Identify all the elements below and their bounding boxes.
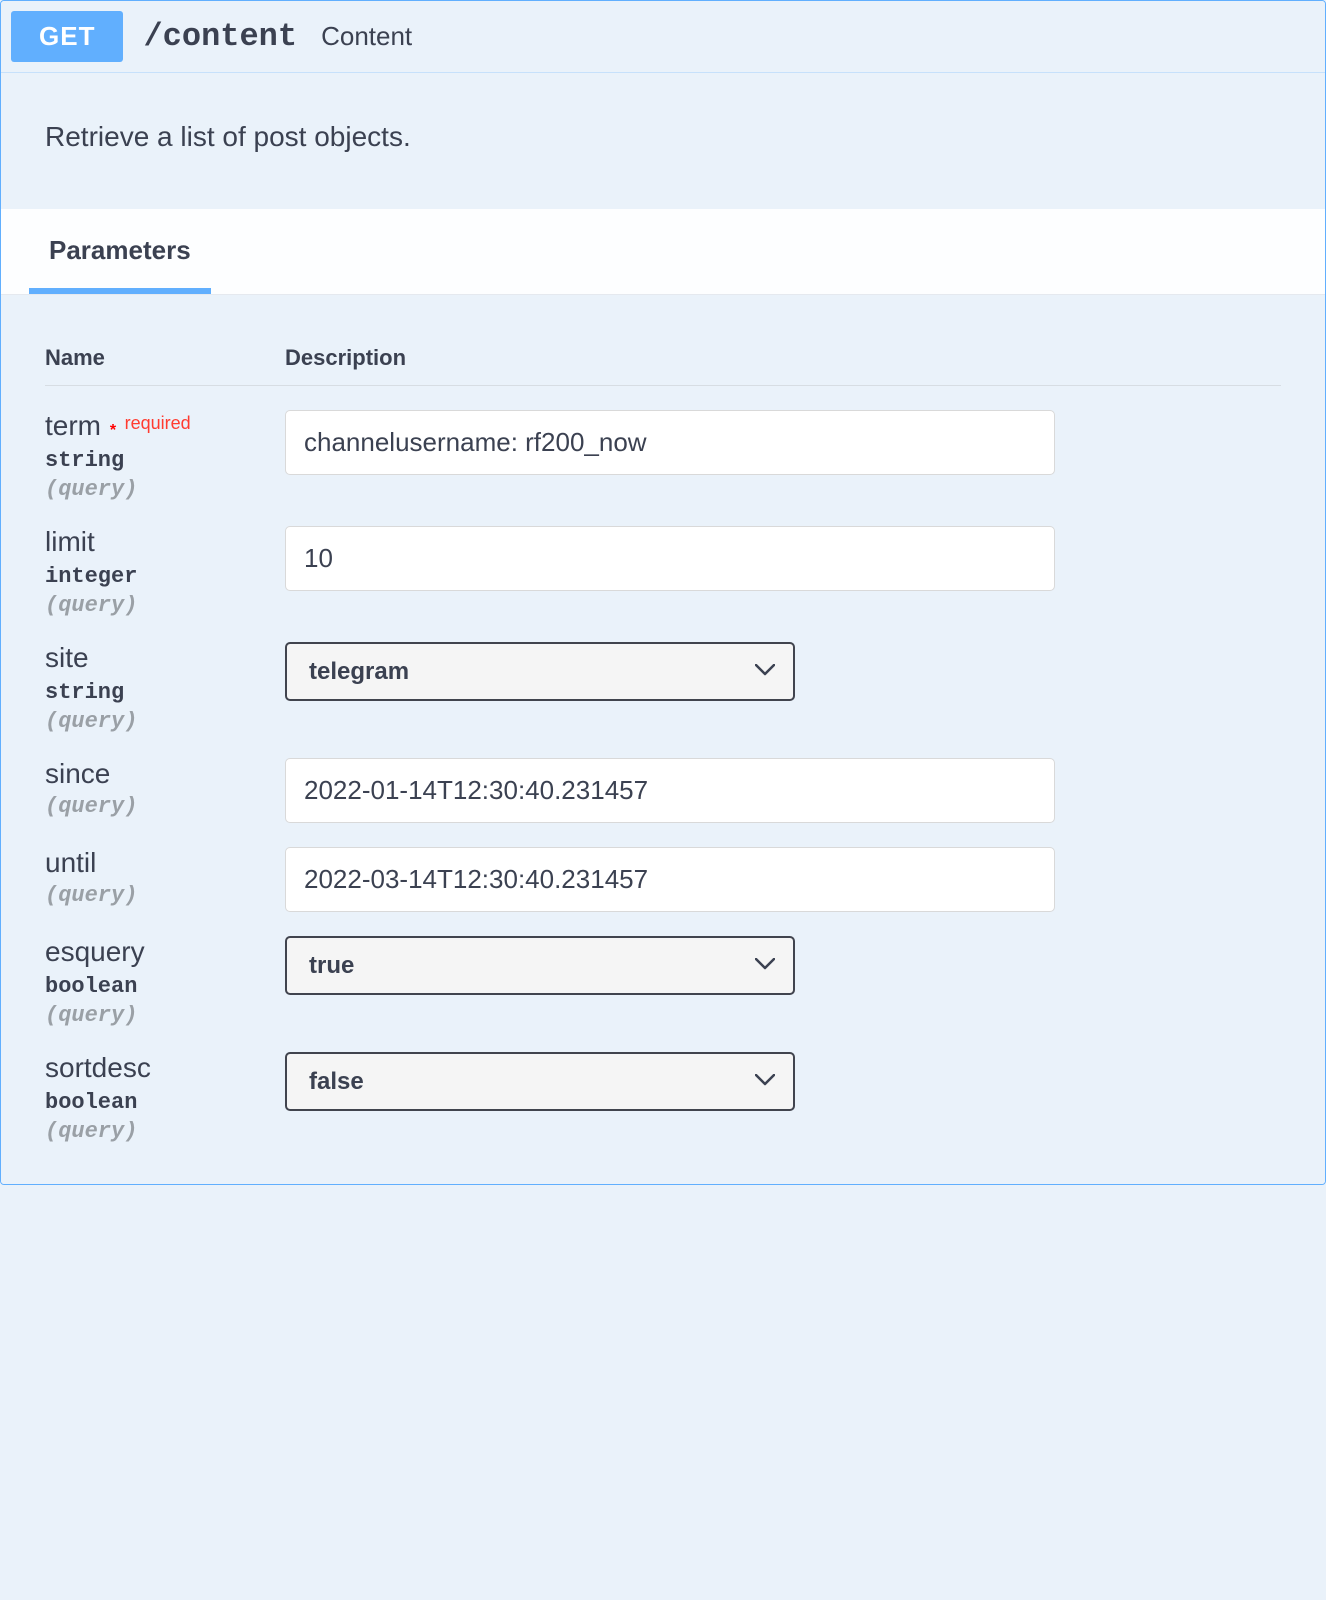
param-type: integer xyxy=(45,564,285,589)
param-desc-col: telegram xyxy=(285,642,1055,701)
operation-description: Retrieve a list of post objects. xyxy=(1,72,1325,209)
required-star: * xyxy=(105,422,116,439)
param-desc-col xyxy=(285,758,1055,823)
param-in: (query) xyxy=(45,593,285,618)
param-name: limit xyxy=(45,526,285,558)
param-type: boolean xyxy=(45,1090,285,1115)
param-type: boolean xyxy=(45,974,285,999)
param-desc-col xyxy=(285,526,1055,591)
operation-path: /content xyxy=(143,18,297,55)
param-row-term: term * required string (query) xyxy=(45,386,1281,502)
param-in: (query) xyxy=(45,1119,285,1144)
param-desc-col: false xyxy=(285,1052,1055,1111)
param-row-site: site string (query) telegram xyxy=(45,618,1281,734)
sortdesc-select[interactable]: false xyxy=(285,1052,795,1111)
param-row-esquery: esquery boolean (query) true xyxy=(45,912,1281,1028)
col-header-name: Name xyxy=(45,345,285,371)
param-name-col: term * required string (query) xyxy=(45,410,285,502)
since-input[interactable] xyxy=(285,758,1055,823)
param-name: term xyxy=(45,410,101,441)
param-row-sortdesc: sortdesc boolean (query) false xyxy=(45,1028,1281,1144)
esquery-select-wrap: true xyxy=(285,936,795,995)
param-name: esquery xyxy=(45,936,285,968)
col-header-description: Description xyxy=(285,345,406,371)
param-in: (query) xyxy=(45,883,285,908)
method-badge: GET xyxy=(11,11,123,62)
operation-summary: Content xyxy=(321,21,412,52)
param-row-limit: limit integer (query) xyxy=(45,502,1281,618)
param-desc-col xyxy=(285,410,1055,475)
param-name-col: limit integer (query) xyxy=(45,526,285,618)
param-in: (query) xyxy=(45,709,285,734)
until-input[interactable] xyxy=(285,847,1055,912)
param-name: sortdesc xyxy=(45,1052,285,1084)
param-name-col: until (query) xyxy=(45,847,285,908)
tab-parameters[interactable]: Parameters xyxy=(29,209,211,294)
param-desc-col xyxy=(285,847,1055,912)
operation-block: GET /content Content Retrieve a list of … xyxy=(0,0,1326,1185)
param-in: (query) xyxy=(45,1003,285,1028)
parameters-section: Name Description term * required string … xyxy=(1,295,1325,1184)
param-row-until: until (query) xyxy=(45,823,1281,912)
param-type: string xyxy=(45,680,285,705)
param-in: (query) xyxy=(45,477,285,502)
param-in: (query) xyxy=(45,794,285,819)
param-type: string xyxy=(45,448,285,473)
param-row-since: since (query) xyxy=(45,734,1281,823)
sortdesc-select-wrap: false xyxy=(285,1052,795,1111)
param-name: site xyxy=(45,642,285,674)
param-name-col: esquery boolean (query) xyxy=(45,936,285,1028)
limit-input[interactable] xyxy=(285,526,1055,591)
param-name-col: site string (query) xyxy=(45,642,285,734)
param-name: until xyxy=(45,847,285,879)
required-label: required xyxy=(125,413,191,433)
param-name-line: term * required xyxy=(45,410,285,442)
param-name-col: since (query) xyxy=(45,758,285,819)
param-desc-col: true xyxy=(285,936,1055,995)
site-select[interactable]: telegram xyxy=(285,642,795,701)
parameters-table-header: Name Description xyxy=(45,313,1281,386)
term-input[interactable] xyxy=(285,410,1055,475)
tabs-bar: Parameters xyxy=(1,209,1325,295)
operation-header[interactable]: GET /content Content xyxy=(1,1,1325,72)
site-select-wrap: telegram xyxy=(285,642,795,701)
esquery-select[interactable]: true xyxy=(285,936,795,995)
param-name-col: sortdesc boolean (query) xyxy=(45,1052,285,1144)
param-name: since xyxy=(45,758,285,790)
